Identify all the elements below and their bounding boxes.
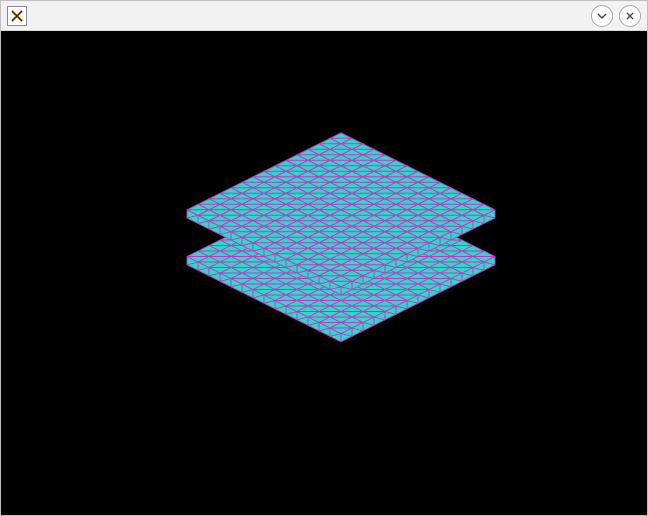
minimize-button[interactable] xyxy=(591,5,613,27)
mesh-canvas xyxy=(1,31,647,515)
close-button[interactable] xyxy=(619,5,641,27)
app-window xyxy=(0,0,648,516)
chevron-down-icon xyxy=(597,11,607,21)
titlebar xyxy=(1,1,647,31)
render-viewport[interactable] xyxy=(1,31,647,515)
close-icon xyxy=(625,11,635,21)
x11-icon xyxy=(7,6,27,26)
window-controls xyxy=(591,5,641,27)
